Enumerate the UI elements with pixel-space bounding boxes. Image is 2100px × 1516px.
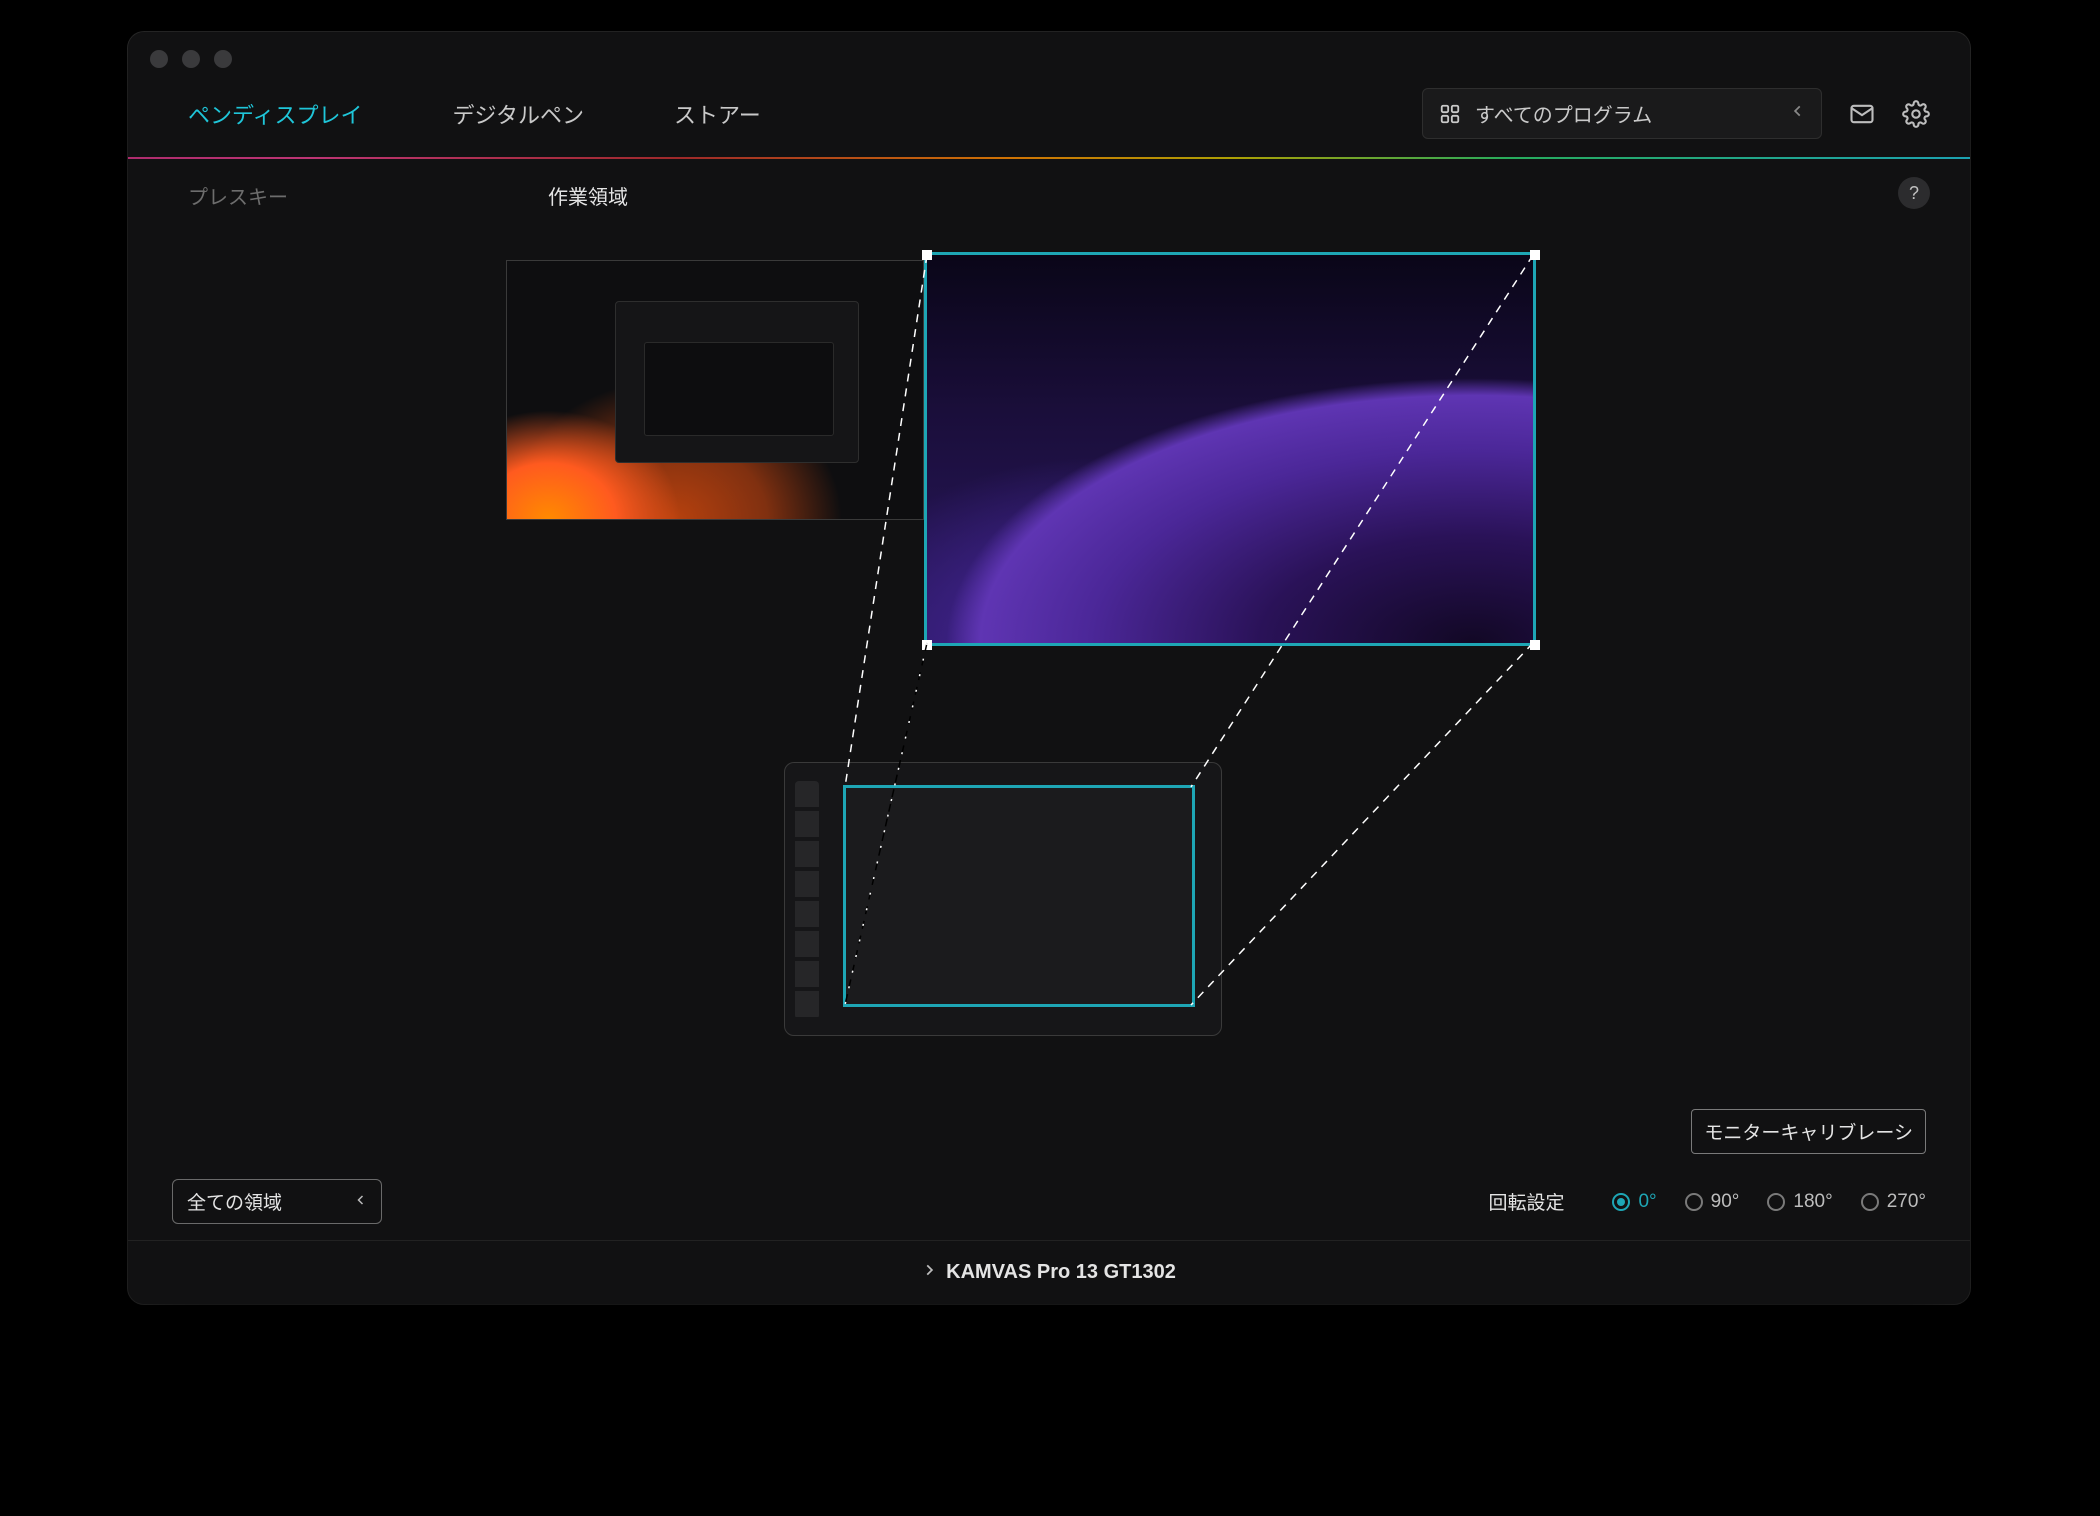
rotation-radio-270[interactable]: 270°: [1861, 1191, 1926, 1213]
top-nav: ペンディスプレイ デジタルペン ストアー すべてのプログラム: [128, 32, 1970, 157]
subtab-press-keys[interactable]: プレスキー: [188, 181, 288, 210]
resize-handle-bottom-left[interactable]: [922, 640, 932, 650]
tablet-express-keys: [795, 781, 819, 1019]
chevron-left-icon: [355, 1191, 367, 1213]
device-footer[interactable]: KAMVAS Pro 13 GT1302: [128, 1240, 1970, 1304]
app-window: ペンディスプレイ デジタルペン ストアー すべてのプログラム プレスキー 作業領…: [128, 32, 1970, 1304]
area-selector[interactable]: 全ての領域: [172, 1179, 382, 1224]
subtab-working-area[interactable]: 作業領域: [548, 181, 628, 210]
device-name: KAMVAS Pro 13 GT1302: [946, 1261, 1176, 1284]
mail-icon[interactable]: [1848, 100, 1876, 128]
area-selector-label: 全ての領域: [187, 1188, 282, 1215]
monitor-1-app-thumbnail: [615, 301, 859, 463]
monitor-1-preview[interactable]: [506, 260, 924, 520]
tab-store[interactable]: ストアー: [674, 98, 761, 130]
program-selector-label: すべてのプログラム: [1475, 99, 1652, 128]
tablet-preview[interactable]: [784, 762, 1222, 1036]
rotation-radio-90[interactable]: 90°: [1685, 1191, 1740, 1213]
chevron-right-icon: [922, 1261, 936, 1284]
apps-grid-icon: [1439, 103, 1461, 125]
monitor-2-preview[interactable]: [924, 252, 1536, 646]
tablet-active-area[interactable]: [843, 785, 1195, 1007]
sub-nav: プレスキー 作業領域 ?: [128, 159, 1970, 232]
bottom-controls: 全ての領域 回転設定 0° 90° 180° 270°: [128, 1179, 1970, 1224]
rotation-label: 回転設定: [1488, 1188, 1564, 1215]
rotation-radio-180[interactable]: 180°: [1767, 1191, 1832, 1213]
rotation-radio-0[interactable]: 0°: [1612, 1191, 1656, 1213]
tab-pen-display[interactable]: ペンディスプレイ: [188, 98, 362, 130]
chevron-left-icon: [1791, 102, 1805, 125]
resize-handle-top-right[interactable]: [1530, 250, 1540, 260]
help-button[interactable]: ?: [1898, 177, 1930, 209]
gear-icon[interactable]: [1902, 100, 1930, 128]
resize-handle-bottom-right[interactable]: [1530, 640, 1540, 650]
program-selector[interactable]: すべてのプログラム: [1422, 88, 1822, 139]
resize-handle-top-left[interactable]: [922, 250, 932, 260]
tab-digital-pen[interactable]: デジタルペン: [452, 98, 584, 130]
working-area-canvas: [128, 232, 1970, 1052]
monitor-calibration-button[interactable]: モニターキャリブレーシ: [1691, 1109, 1926, 1154]
